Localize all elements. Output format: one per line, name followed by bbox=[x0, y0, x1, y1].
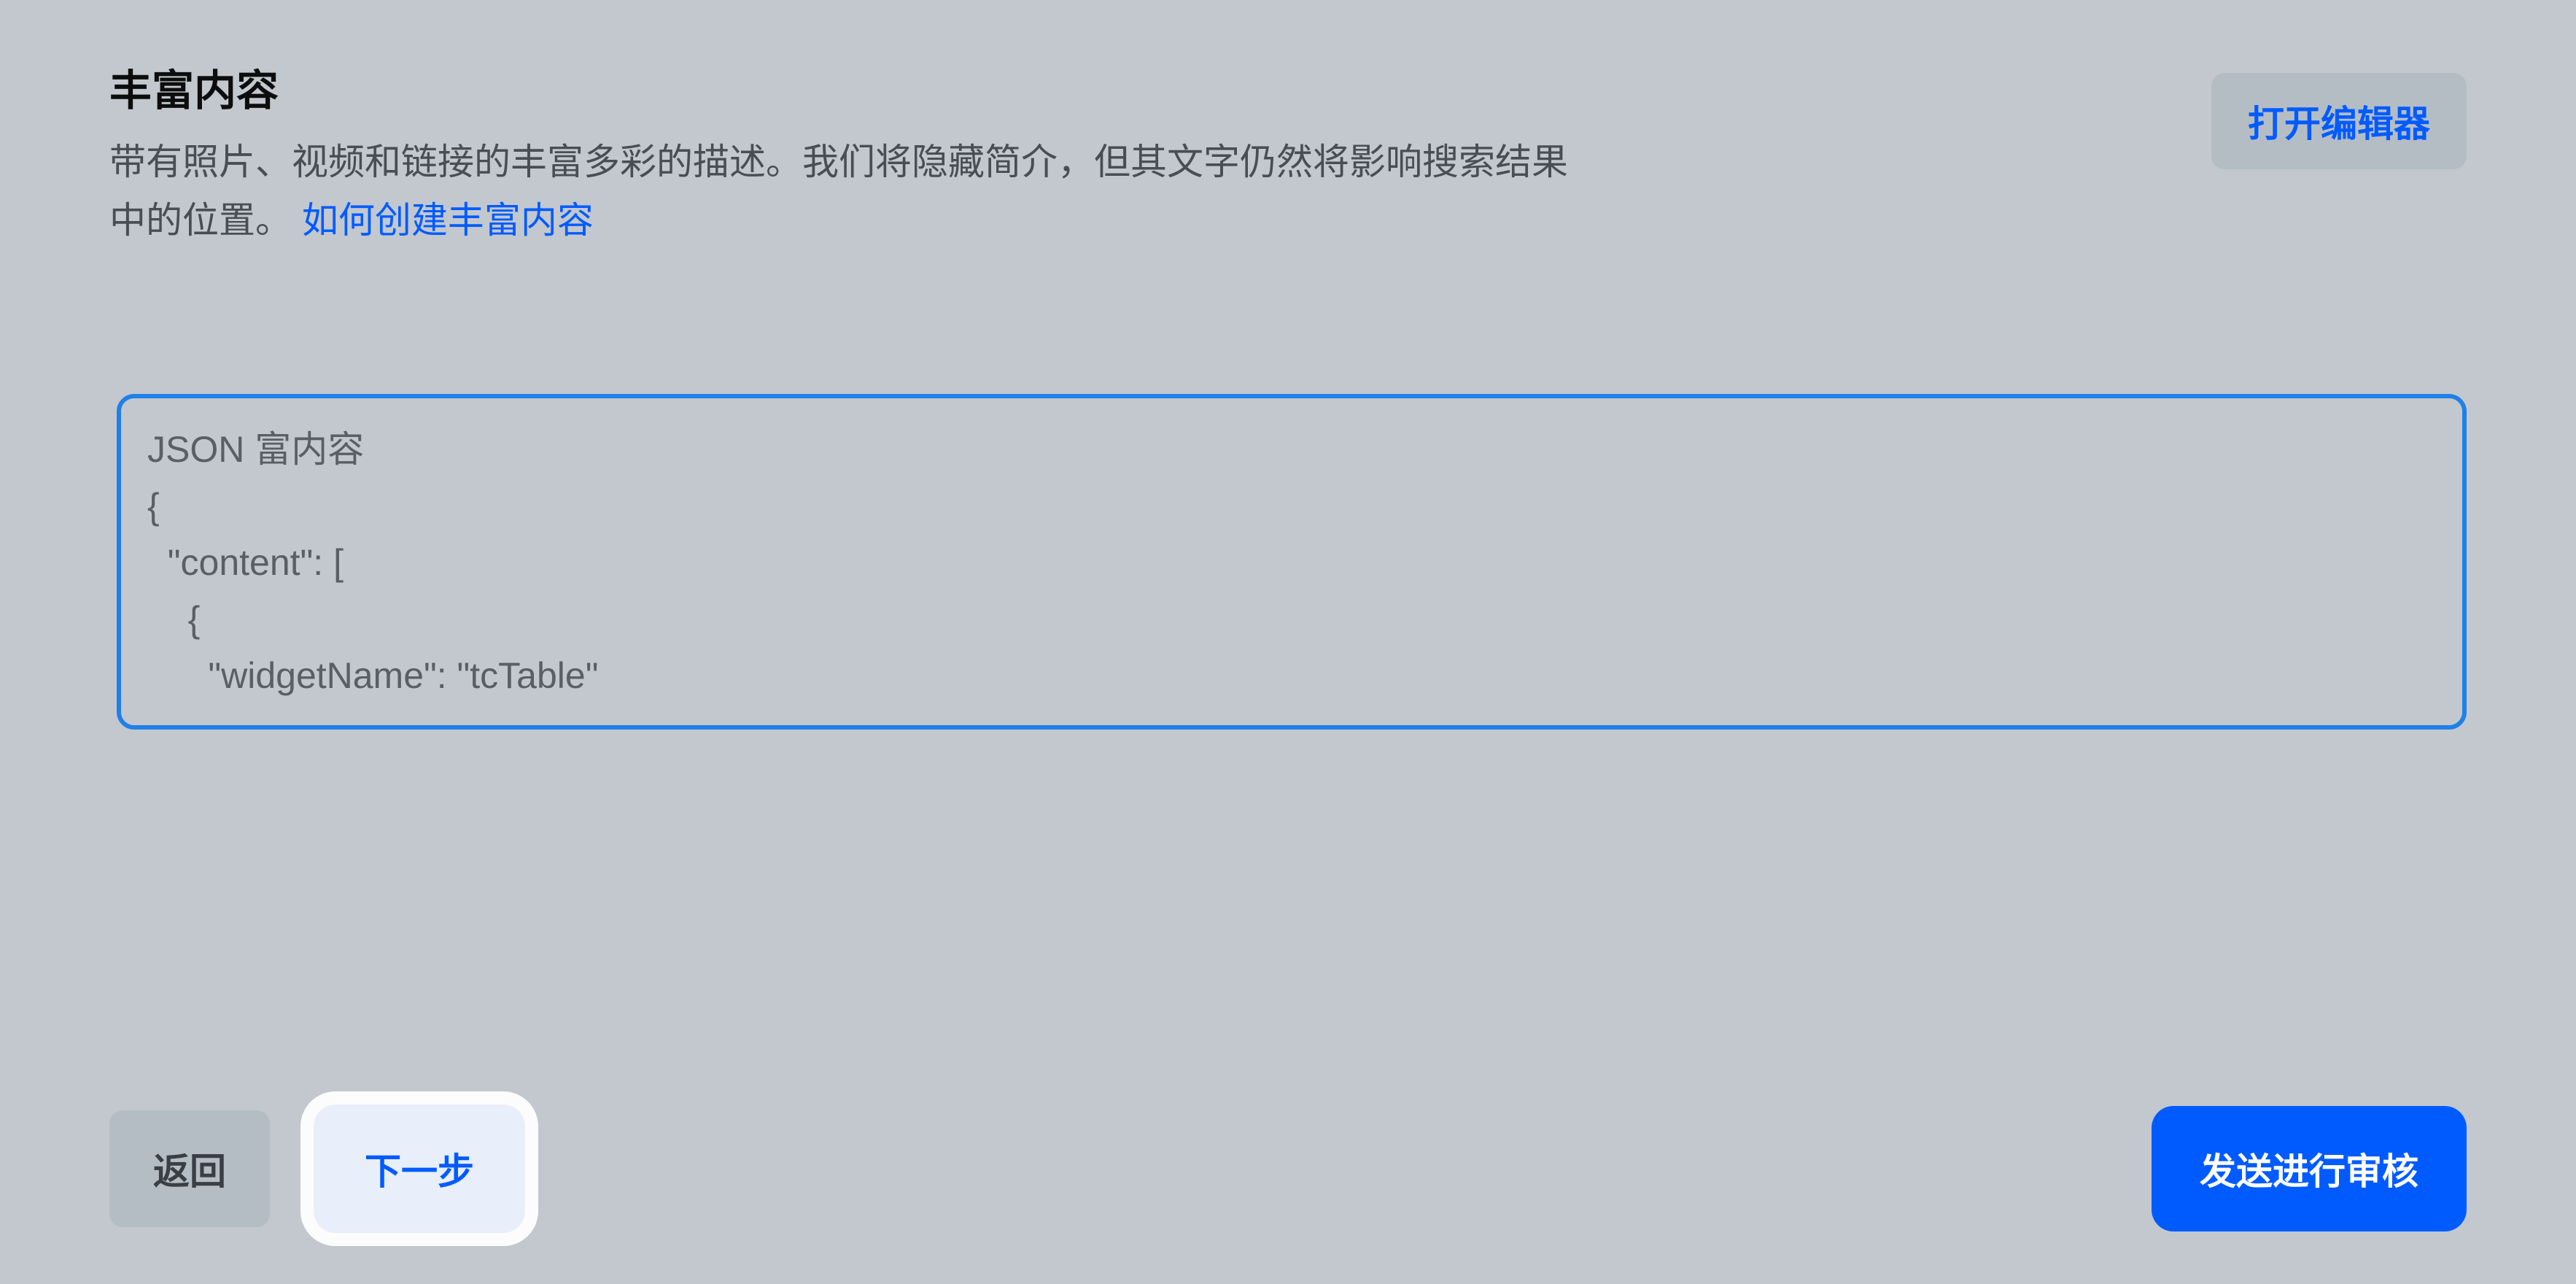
next-button[interactable]: 下一步 bbox=[314, 1105, 525, 1233]
title-block: 丰富内容 带有照片、视频和链接的丰富多彩的描述。我们将隐藏简介，但其文字仍然将影… bbox=[109, 66, 1714, 250]
json-content-textarea[interactable] bbox=[117, 394, 2467, 730]
back-button[interactable]: 返回 bbox=[109, 1110, 270, 1227]
header-row: 丰富内容 带有照片、视频和链接的丰富多彩的描述。我们将隐藏简介，但其文字仍然将影… bbox=[109, 66, 2467, 250]
help-link[interactable]: 如何创建丰富内容 bbox=[302, 200, 594, 241]
submit-for-review-button[interactable]: 发送进行审核 bbox=[2152, 1106, 2467, 1231]
open-editor-button[interactable]: 打开编辑器 bbox=[2211, 73, 2467, 169]
footer-row: 返回 下一步 发送进行审核 bbox=[109, 1105, 2467, 1233]
section-description: 带有照片、视频和链接的丰富多彩的描述。我们将隐藏简介，但其文字仍然将影响搜索结果… bbox=[109, 133, 1568, 250]
footer-left-group: 返回 下一步 bbox=[109, 1105, 525, 1233]
section-title: 丰富内容 bbox=[109, 66, 1714, 117]
json-textarea-wrap bbox=[117, 394, 2467, 733]
